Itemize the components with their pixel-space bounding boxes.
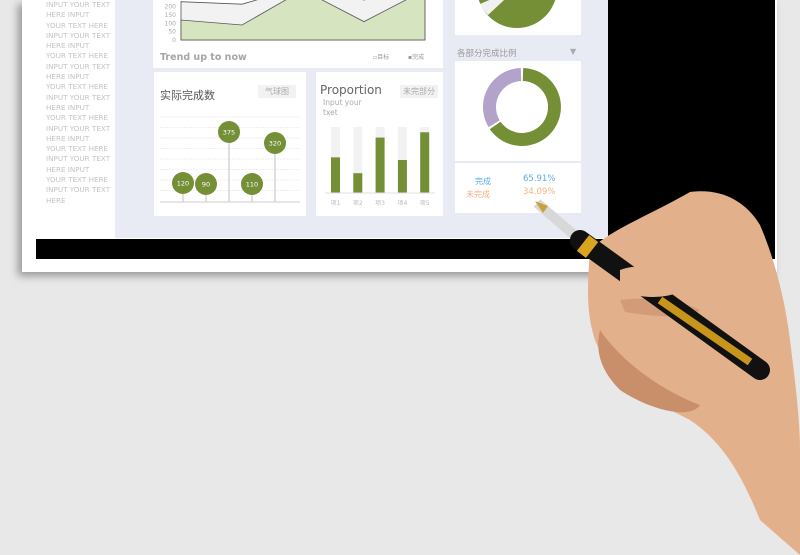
hand-with-pen-image (533, 191, 800, 555)
